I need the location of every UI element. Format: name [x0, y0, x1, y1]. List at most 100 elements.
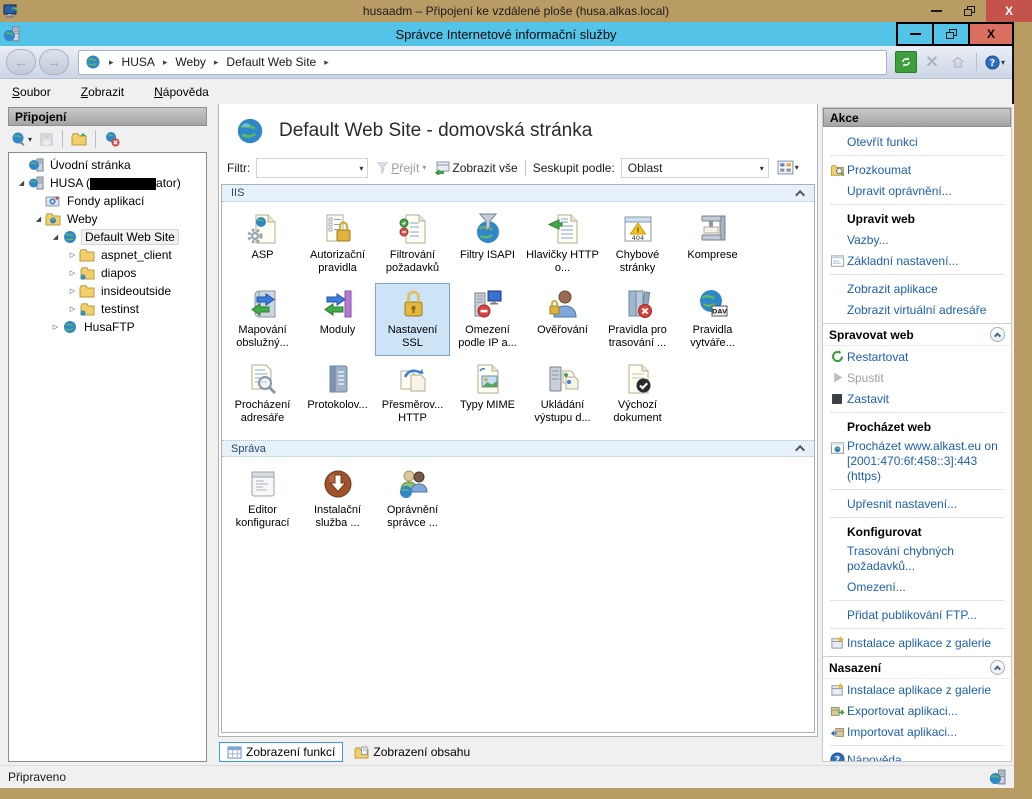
action-view-applications[interactable]: Zobrazit aplikace: [823, 278, 1011, 299]
section-manage-website[interactable]: Spravovat web: [823, 323, 1011, 346]
feature-failed-request-tracing[interactable]: Pravidla pro trasování ...: [600, 283, 675, 356]
menu-view[interactable]: Zobrazit: [81, 85, 124, 99]
tree-expander-expanded[interactable]: ◢: [49, 233, 62, 241]
feature-ip-restrictions[interactable]: Omezení podle IP a...: [450, 283, 525, 356]
action-add-ftp-publishing[interactable]: Přidat publikování FTP...: [823, 604, 1011, 625]
action-import-application[interactable]: Importovat aplikaci...: [823, 721, 1011, 742]
tree-expander-collapsed[interactable]: ▷: [66, 269, 79, 277]
breadcrumb-item-sites[interactable]: Weby: [175, 55, 205, 69]
tree-item-application-pools[interactable]: Fondy aplikací: [9, 192, 206, 210]
tree-item-server-husa[interactable]: ◢ HUSA (ator): [9, 174, 206, 192]
feature-output-caching[interactable]: Ukládání výstupu d...: [525, 358, 600, 431]
iis-minimize-button[interactable]: [896, 22, 932, 46]
help-menu-button[interactable]: ? ▾: [984, 51, 1006, 73]
breadcrumb-item-server[interactable]: HUSA: [122, 55, 155, 69]
show-all-button[interactable]: Zobrazit vše: [452, 161, 517, 175]
filter-input[interactable]: ▾: [256, 158, 368, 178]
feature-authoring-rules[interactable]: DAV Pravidla vytváře...: [675, 283, 750, 356]
collapse-circle-chevron-icon[interactable]: [990, 660, 1005, 675]
feature-configuration-editor[interactable]: Editor konfigurací: [225, 463, 300, 536]
stop-button[interactable]: ✕: [921, 51, 943, 73]
rdp-close-button[interactable]: X: [986, 0, 1032, 22]
menu-file[interactable]: Soubor: [12, 85, 51, 99]
feature-mime-types[interactable]: Typy MIME: [450, 358, 525, 431]
action-basic-settings[interactable]: Základní nastavení...: [823, 250, 1011, 271]
feature-modules[interactable]: Moduly: [300, 283, 375, 356]
section-deploy[interactable]: Nasazení: [823, 656, 1011, 679]
action-stop[interactable]: Zastavit: [823, 388, 1011, 409]
home-button[interactable]: [947, 51, 969, 73]
action-view-virtual-directories[interactable]: Zobrazit virtuální adresáře: [823, 299, 1011, 320]
rdp-restore-button[interactable]: [953, 0, 986, 22]
action-bindings[interactable]: Vazby...: [823, 229, 1011, 250]
new-folder-button[interactable]: [69, 131, 89, 148]
tree-item-start-page[interactable]: Úvodní stránka: [9, 156, 206, 174]
tree-expander-expanded[interactable]: ◢: [15, 179, 28, 187]
action-start[interactable]: Spustit: [823, 367, 1011, 388]
breadcrumb-item-default-web-site[interactable]: Default Web Site: [226, 55, 316, 69]
feature-directory-browsing[interactable]: Procházení adresáře: [225, 358, 300, 431]
feature-installer-service[interactable]: Instalační služba ...: [300, 463, 375, 536]
tree-expander-collapsed[interactable]: ▷: [66, 287, 79, 295]
action-edit-permissions[interactable]: Upravit oprávnění...: [823, 180, 1011, 201]
feature-handler-mappings[interactable]: Mapování obslužný...: [225, 283, 300, 356]
action-restart[interactable]: Restartovat: [823, 346, 1011, 367]
address-box[interactable]: ▸ HUSA ▸ Weby ▸ Default Web Site ▸: [78, 50, 887, 75]
tree-item-default-web-site[interactable]: ◢ Default Web Site: [9, 228, 206, 246]
tree-expander-expanded[interactable]: ◢: [32, 215, 45, 223]
iis-close-button[interactable]: X: [968, 22, 1014, 46]
create-connection-button[interactable]: ▾: [9, 130, 34, 148]
group-by-select[interactable]: Oblast▾: [621, 158, 769, 178]
forward-button[interactable]: →: [39, 49, 69, 75]
feature-http-redirect[interactable]: Přesměrov... HTTP: [375, 358, 450, 431]
action-deploy-install-app-gallery[interactable]: Instalace aplikace z galerie: [823, 679, 1011, 700]
action-explore[interactable]: Prozkoumat: [823, 159, 1011, 180]
feature-authentication[interactable]: Ověřování: [525, 283, 600, 356]
feature-compression[interactable]: Komprese: [675, 208, 750, 281]
tree-item-insideoutside[interactable]: ▷ insideoutside: [9, 282, 206, 300]
tree-item-diapos[interactable]: ▷ diapos: [9, 264, 206, 282]
feature-ssl-settings[interactable]: Nastavení SSL: [375, 283, 450, 356]
refresh-button[interactable]: [895, 51, 917, 73]
tree-item-husaftp[interactable]: ▷ HusaFTP: [9, 318, 206, 336]
tab-content-view[interactable]: Zobrazení obsahu: [347, 743, 477, 761]
feature-asp[interactable]: ASP: [225, 208, 300, 281]
menu-help[interactable]: Nápověda: [154, 85, 209, 99]
tab-features-view[interactable]: Zobrazení funkcí: [219, 742, 343, 762]
feature-logging[interactable]: Protokolov...: [300, 358, 375, 431]
action-failed-request-tracing[interactable]: Trasování chybných požadavků...: [823, 542, 1011, 576]
tree-item-aspnet-client[interactable]: ▷ aspnet_client: [9, 246, 206, 264]
feature-error-pages[interactable]: !404 Chybové stránky: [600, 208, 675, 281]
group-header-sprava[interactable]: Správa: [222, 440, 814, 457]
iis-restore-button[interactable]: [932, 22, 968, 46]
action-install-app-gallery[interactable]: Instalace aplikace z galerie: [823, 632, 1011, 653]
collapse-circle-chevron-icon[interactable]: [990, 327, 1005, 342]
rdp-minimize-button[interactable]: [920, 0, 953, 22]
filter-go-button[interactable]: Přejít: [391, 161, 419, 175]
feature-authorization-rules[interactable]: Autorizační pravidla: [300, 208, 375, 281]
tree-expander-collapsed[interactable]: ▷: [66, 305, 79, 313]
collapse-chevron-icon[interactable]: [795, 445, 805, 455]
tree-expander-collapsed[interactable]: ▷: [49, 323, 62, 331]
feature-request-filtering[interactable]: Filtrování požadavků: [375, 208, 450, 281]
feature-http-response-headers[interactable]: Hlavičky HTTP o...: [525, 208, 600, 281]
disconnect-button[interactable]: [102, 130, 122, 148]
feature-manager-permissions[interactable]: Oprávnění správce ...: [375, 463, 450, 536]
back-button[interactable]: ←: [6, 49, 36, 75]
action-help[interactable]: ? Nápověda: [823, 749, 1011, 761]
save-connections-button[interactable]: [37, 131, 56, 148]
collapse-chevron-icon[interactable]: [795, 189, 805, 199]
view-selector-icon[interactable]: [777, 160, 794, 175]
group-header-iis[interactable]: IIS: [222, 185, 814, 202]
action-label: Omezení...: [847, 580, 906, 594]
action-limits[interactable]: Omezení...: [823, 576, 1011, 597]
action-browse-site-link[interactable]: Procházet www.alkast.eu on [2001:470:6f:…: [823, 437, 1011, 486]
tree-item-testinst[interactable]: ▷ testinst: [9, 300, 206, 318]
action-open-feature[interactable]: Otevřít funkci: [823, 131, 1011, 152]
tree-item-sites[interactable]: ◢ Weby: [9, 210, 206, 228]
feature-isapi-filters[interactable]: Filtry ISAPI: [450, 208, 525, 281]
action-export-application[interactable]: Exportovat aplikaci...: [823, 700, 1011, 721]
tree-expander-collapsed[interactable]: ▷: [66, 251, 79, 259]
feature-default-document[interactable]: Výchozí dokument: [600, 358, 675, 431]
action-advanced-settings[interactable]: Upřesnit nastavení...: [823, 493, 1011, 514]
